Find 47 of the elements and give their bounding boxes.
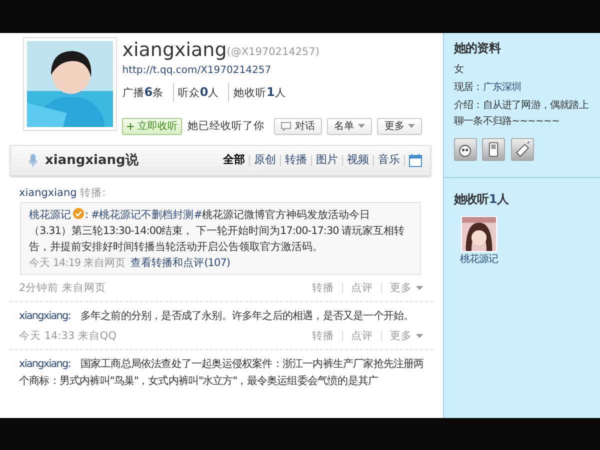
phone-icon[interactable] bbox=[482, 138, 506, 160]
plus-icon bbox=[127, 122, 134, 130]
comments-link[interactable]: 查看转播和点评(107) bbox=[130, 257, 230, 270]
filter-tab[interactable]: 原创 bbox=[250, 152, 280, 169]
dropdown-button[interactable]: 名单 bbox=[327, 118, 372, 136]
author-link[interactable]: xiangxiang: bbox=[19, 310, 70, 322]
post-text: xiangxiang: 国家工商总局依法查处了一起奥运侵权案件：浙江一内裤生产厂家抢先注册两个商标：男式内裤叫"鸟巢"，女式内裤叫"水立方"，最令奥运组委会气愤的是其广 bbox=[19, 358, 424, 388]
filter-tab[interactable]: 图片 bbox=[312, 152, 342, 169]
user-handle: (@X1970214257) bbox=[226, 44, 320, 60]
dropdown-button[interactable]: 更多 bbox=[377, 118, 422, 136]
calendar-icon[interactable] bbox=[409, 154, 422, 168]
caret-icon bbox=[408, 124, 416, 128]
section-title: 她收听1人 bbox=[454, 190, 510, 208]
caret-icon bbox=[416, 334, 423, 338]
post-time: 今天 14:33 来自QQ bbox=[19, 329, 116, 344]
follow-button[interactable]: 立即收听 bbox=[122, 118, 182, 136]
post-text: xiangxiang: 多年之前的分别，是否成了永别。许多年之后的相遇，是否又是一个开始。 bbox=[19, 310, 414, 322]
following-name[interactable]: 桃花源记 bbox=[454, 252, 504, 266]
repost-label: 转播: bbox=[80, 187, 106, 200]
post-time: 今天 14:19 来自网页 bbox=[29, 257, 126, 270]
timeline-title: xiangxiang说 bbox=[45, 152, 138, 170]
location-link[interactable]: 广东深圳 bbox=[482, 82, 522, 93]
profile-url[interactable]: http://t.qq.com/X1970214257 bbox=[122, 63, 422, 78]
filter-tab[interactable]: 全部 bbox=[219, 152, 249, 169]
stat-count[interactable]: 听众0人 bbox=[172, 83, 224, 102]
author-link[interactable]: 桃花源记 bbox=[29, 209, 71, 222]
filter-tab[interactable]: 音乐 bbox=[374, 152, 404, 169]
gender-text: 女 bbox=[454, 63, 465, 78]
user-name: xiangxiang bbox=[122, 40, 227, 61]
chat-button[interactable]: 对话 bbox=[274, 118, 322, 136]
caret-icon bbox=[416, 286, 423, 290]
stat-count[interactable]: 广播6条 bbox=[122, 83, 168, 102]
author-link[interactable]: xiangxiang: bbox=[19, 358, 70, 370]
post-text: 桃花源记 : #桃花源记不删档封测#桃花源记微博官方神码发放活动今日（3.31）第三轮13:30-14:00结束， 下一轮开始时间为17:00-17:30 请玩家互相转告，并提前安排好时间转播当轮活动开启公告领取官方激活码。 bbox=[29, 207, 406, 256]
filter-tab[interactable]: 转播 bbox=[281, 152, 311, 169]
location-label: 现居： bbox=[454, 82, 483, 93]
intro-text: 介绍：自从进了网游，偶就踏上聊一条不归路~~~~~~ bbox=[454, 98, 590, 128]
follow-status: 她已经收听了你 bbox=[188, 118, 264, 134]
chat-icon bbox=[280, 122, 291, 131]
post-time: 2分钟前 来自网页 bbox=[19, 281, 106, 296]
section-title: 她的资料 bbox=[454, 40, 502, 57]
stat-count[interactable]: 她收听1人 bbox=[228, 83, 290, 102]
filter-tab[interactable]: 视频 bbox=[343, 152, 373, 169]
author-link[interactable]: xiangxiang bbox=[19, 187, 77, 200]
caret-icon bbox=[358, 124, 365, 128]
hashtag-link[interactable]: #桃花源记不删档封测# bbox=[90, 209, 202, 222]
microphone-icon bbox=[29, 154, 37, 168]
